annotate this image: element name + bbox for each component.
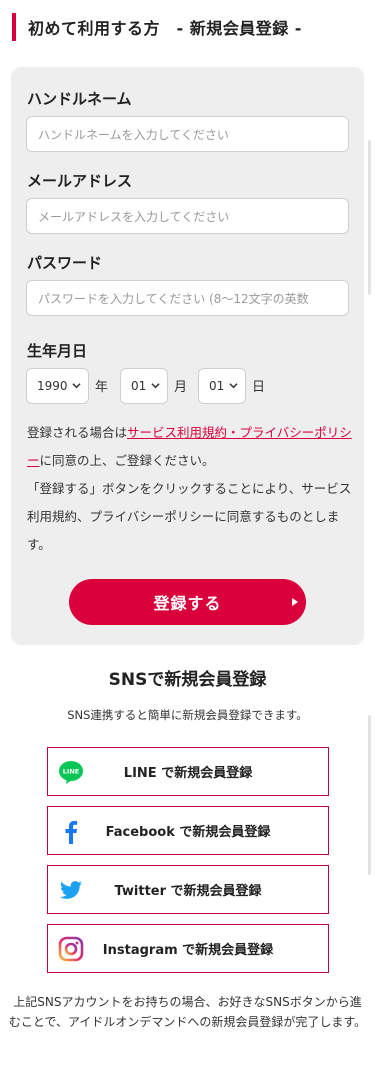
terms-prefix: 登録される場合は [27, 425, 128, 440]
line-signup-label: LINE で新規会員登録 [123, 766, 253, 781]
password-label: パスワード [27, 254, 103, 272]
terms-text: 登録される場合はサービス利用規約・プライバシーポリシーに同意の上、ご登録ください… [27, 419, 355, 559]
line-signup-button[interactable]: LINE LINE で新規会員登録 [47, 747, 329, 796]
password-input[interactable]: パスワードを入力してください (8〜12文字の英数 [26, 280, 349, 316]
instagram-signup-button[interactable]: Instagram で新規会員登録 [47, 924, 329, 973]
handle-input[interactable]: ハンドルネームを入力してください [26, 116, 349, 152]
sns-footer-note: 上記SNSアカウントをお持ちの場合、お好きなSNSボタンから進むことで、アイドル… [8, 995, 367, 1029]
twitter-signup-label: Twitter で新規会員登録 [114, 884, 262, 899]
year-unit: 年 [95, 380, 109, 395]
terms-suffix: に同意の上、ご登録ください。 [39, 453, 215, 468]
facebook-signup-label: Facebook で新規会員登録 [105, 825, 271, 840]
twitter-signup-button[interactable]: Twitter で新規会員登録 [47, 865, 329, 914]
registration-form-card: ハンドルネーム ハンドルネームを入力してください メールアドレス メールアドレス… [11, 67, 364, 645]
birth-year-value: 1990 [37, 379, 68, 393]
chevron-down-icon [229, 383, 238, 389]
birth-year-select[interactable]: 1990 [26, 368, 89, 404]
birthday-label: 生年月日 [27, 342, 88, 360]
birth-month-select[interactable]: 01 [120, 368, 168, 404]
chevron-down-icon [72, 383, 81, 389]
register-button-label: 登録する [153, 594, 222, 613]
line-icon: LINE [59, 761, 83, 784]
instagram-signup-label: Instagram で新規会員登録 [102, 943, 274, 958]
twitter-icon [60, 881, 82, 899]
birth-day-value: 01 [209, 379, 225, 393]
day-unit: 日 [252, 380, 266, 395]
email-label: メールアドレス [27, 172, 133, 190]
birth-day-select[interactable]: 01 [198, 368, 246, 404]
line-icon-text: LINE [63, 768, 79, 776]
chevron-down-icon [151, 383, 160, 389]
handle-label: ハンドルネーム [27, 90, 132, 108]
month-unit: 月 [174, 380, 188, 395]
header-accent-bar [12, 13, 16, 41]
instagram-icon [58, 936, 84, 962]
page-header: 初めて利用する方 - 新規会員登録 - [12, 13, 302, 41]
sns-section-subtitle: SNS連携すると簡単に新規会員登録できます。 [67, 708, 308, 722]
arrow-right-icon [292, 598, 298, 606]
register-button[interactable]: 登録する [69, 579, 306, 625]
email-input[interactable]: メールアドレスを入力してください [26, 198, 349, 234]
birth-month-value: 01 [131, 379, 147, 393]
facebook-icon [65, 821, 78, 844]
scrollbar-track[interactable] [368, 715, 371, 875]
page-title: 初めて利用する方 - 新規会員登録 - [28, 19, 302, 38]
facebook-signup-button[interactable]: Facebook で新規会員登録 [47, 806, 329, 855]
scrollbar-track[interactable] [368, 140, 371, 295]
sns-section-title: SNSで新規会員登録 [108, 670, 267, 690]
terms-note: 「登録する」ボタンをクリックすることにより、サービス利用規約、プライバシーポリシ… [27, 481, 352, 552]
